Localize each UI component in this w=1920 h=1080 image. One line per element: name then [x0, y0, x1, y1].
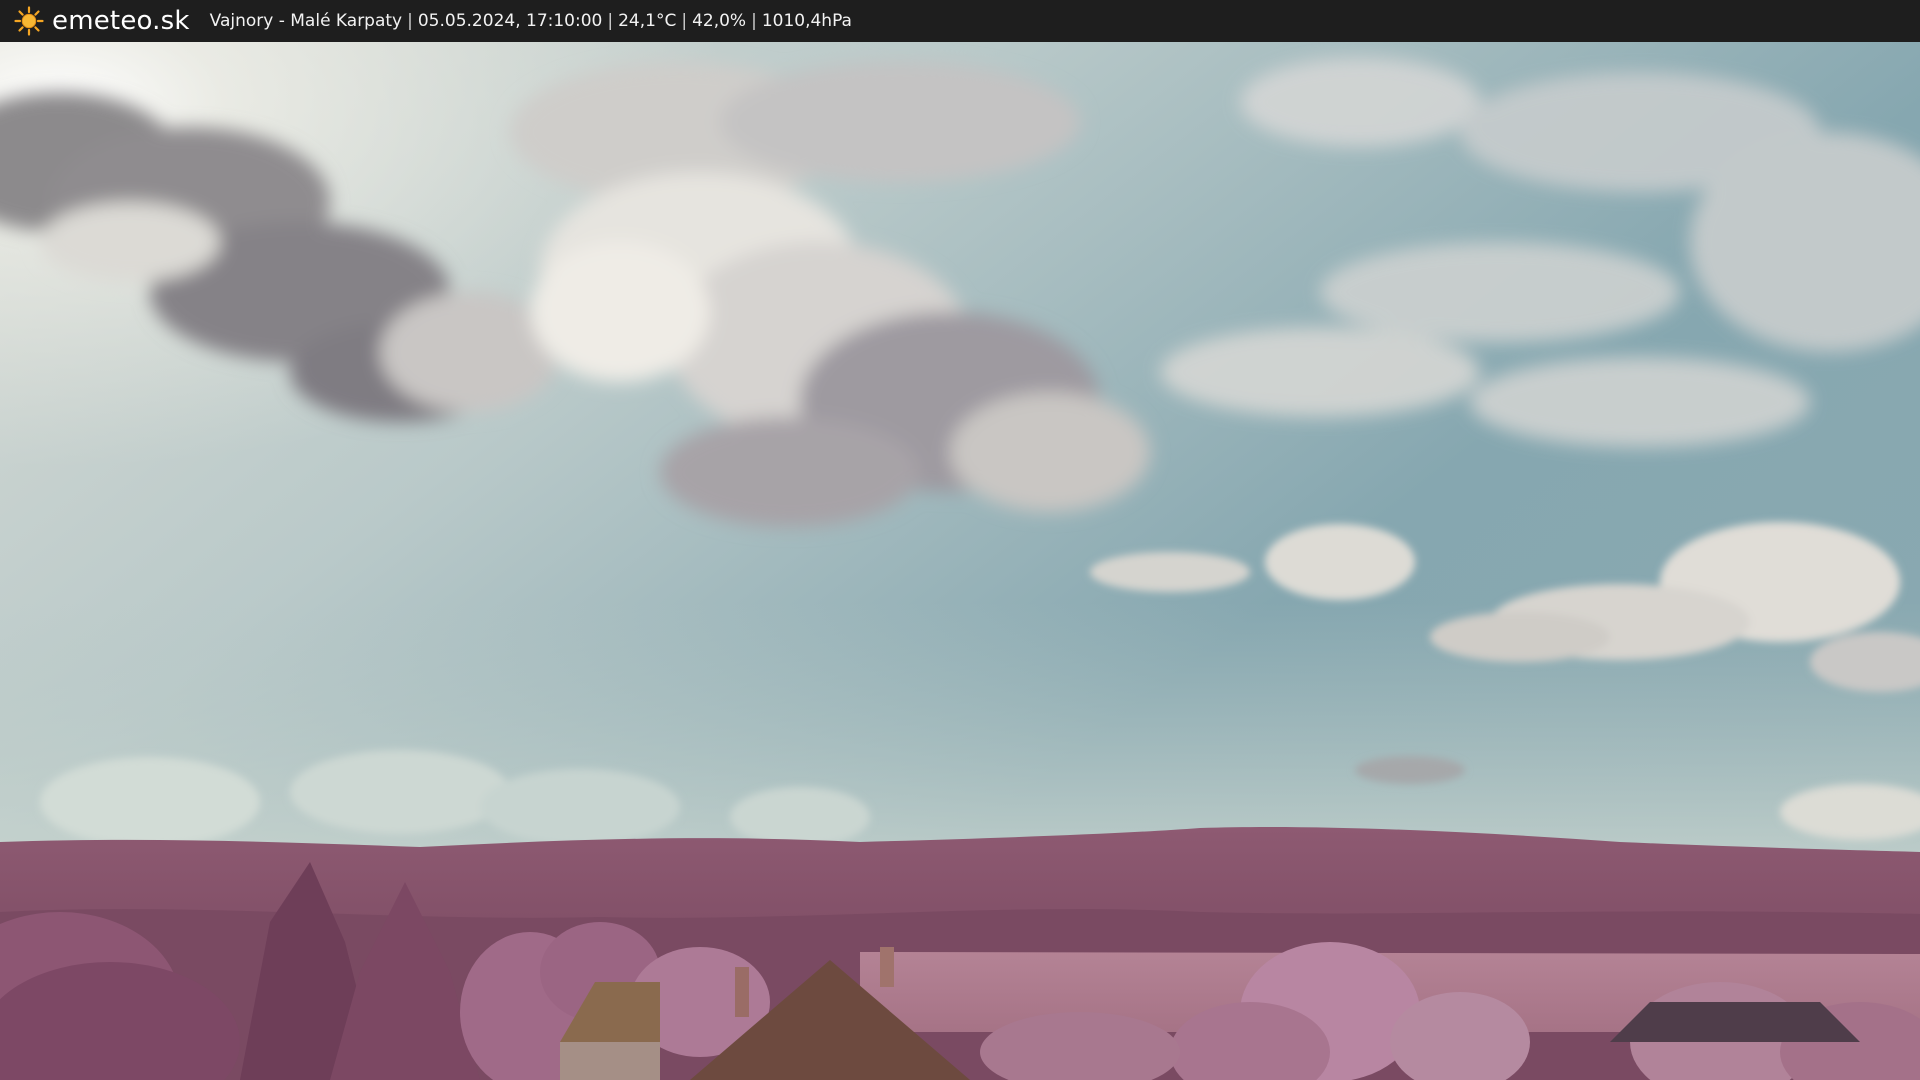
separator: | — [407, 11, 413, 31]
humidity-value: 42,0% — [692, 11, 747, 31]
timestamp: 05.05.2024, 17:10:00 — [417, 11, 603, 31]
webcam-scene — [0, 42, 1920, 1080]
webcam-image — [0, 42, 1920, 1080]
sun-icon — [14, 6, 44, 36]
location-label: Vajnory - Malé Karpaty — [209, 11, 403, 31]
site-logo[interactable]: emeteo.sk — [14, 0, 190, 42]
pressure-value: 1010,4hPa — [761, 11, 852, 31]
separator: | — [681, 11, 688, 31]
temperature-value: 24,1°C — [618, 11, 677, 31]
header-bar: emeteo.sk Vajnory - Malé Karpaty | 05.05.2… — [0, 0, 1920, 42]
webcam-caption: Vajnory - Malé Karpaty | 05.05.2024, 17:10… — [210, 0, 852, 42]
separator: | — [607, 11, 614, 31]
separator: | — [751, 11, 757, 31]
brand-name: emeteo.sk — [52, 6, 190, 36]
